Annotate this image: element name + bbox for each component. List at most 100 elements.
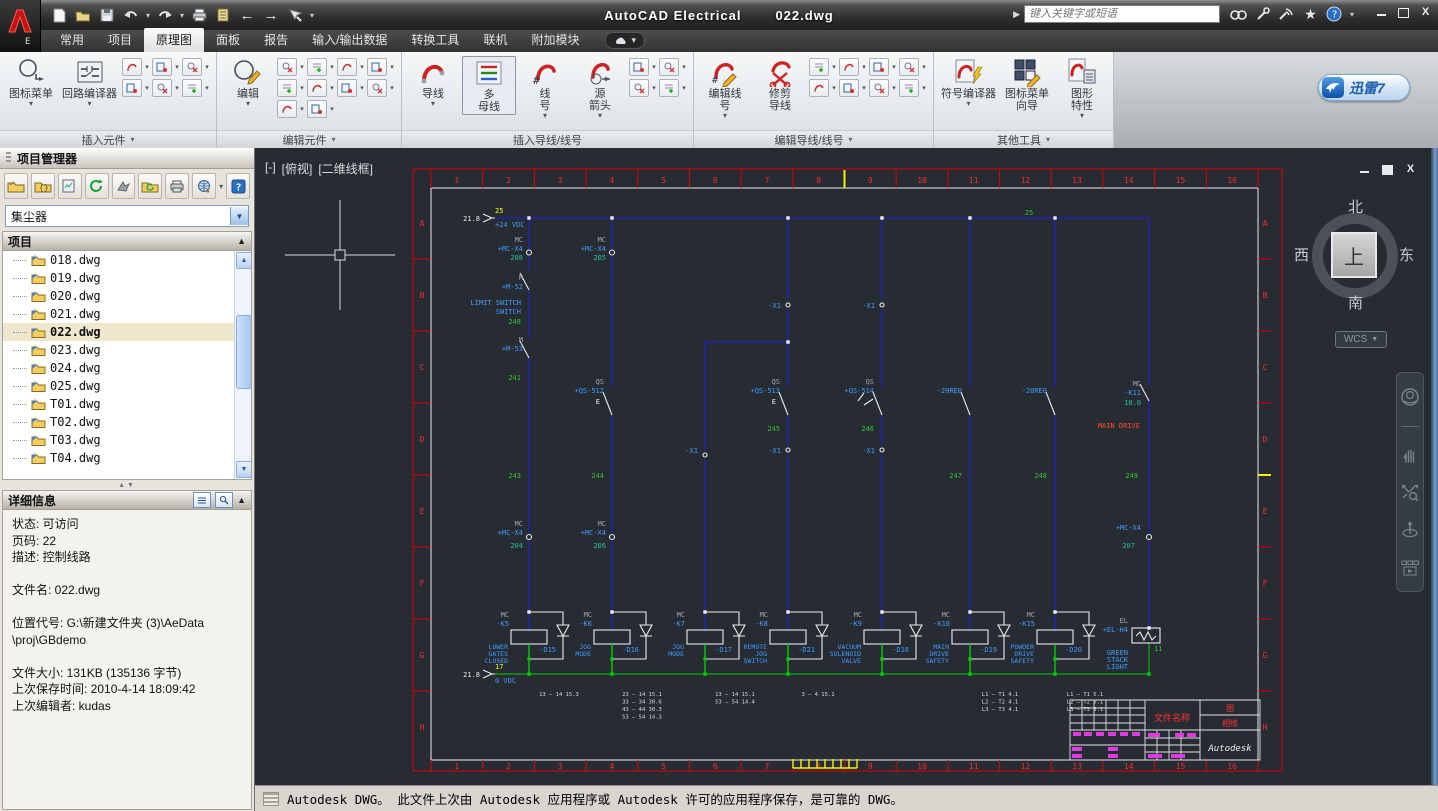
drawing-properties-button[interactable]: 图形 特性 ▾ bbox=[1056, 56, 1108, 120]
ribbon-tab-常用[interactable]: 常用 bbox=[48, 28, 96, 52]
small-tool-icon[interactable] bbox=[809, 58, 829, 76]
viewcube-north[interactable]: 北 bbox=[1348, 196, 1363, 217]
tree-scrollbar[interactable]: ▲ ▼ bbox=[234, 251, 251, 479]
open-file-icon[interactable] bbox=[74, 6, 92, 24]
pan-hand-icon[interactable] bbox=[1401, 446, 1419, 464]
ribbon-tab-输入/输出数据[interactable]: 输入/输出数据 bbox=[300, 28, 399, 52]
palette-title-bar[interactable]: 项目管理器 bbox=[0, 148, 254, 169]
collapse-icon[interactable]: ▲ bbox=[237, 236, 246, 246]
undo-dropdown-icon[interactable]: ▾ bbox=[146, 11, 150, 20]
search-input[interactable] bbox=[1024, 5, 1220, 23]
subscription-wrench-icon[interactable] bbox=[1254, 4, 1271, 24]
ribbon-tab-联机[interactable]: 联机 bbox=[471, 28, 519, 52]
dropdown-caret-icon[interactable]: ▾ bbox=[650, 84, 658, 92]
small-tool-icon[interactable] bbox=[337, 58, 357, 76]
viewcube-top-face[interactable]: 上 bbox=[1331, 232, 1377, 278]
tree-item-022.dwg[interactable]: 022.dwg bbox=[3, 323, 251, 341]
dropdown-caret-icon[interactable]: ▾ bbox=[203, 84, 211, 92]
ribbon-tab-项目[interactable]: 项目 bbox=[96, 28, 144, 52]
small-tool-icon[interactable] bbox=[839, 79, 859, 97]
dropdown-caret-icon[interactable]: ▾ bbox=[358, 63, 366, 71]
ribbon-tab-原理图[interactable]: 原理图 bbox=[144, 28, 204, 52]
doc-minimize-button[interactable] bbox=[1358, 163, 1371, 175]
tree-item-025.dwg[interactable]: 025.dwg bbox=[3, 377, 251, 395]
multiple-bus-button[interactable]: 多 母线 bbox=[462, 56, 516, 115]
back-icon[interactable]: ← bbox=[238, 6, 256, 24]
application-menu-button[interactable]: E bbox=[0, 0, 41, 52]
web-publish-button[interactable]: ★ bbox=[192, 173, 216, 199]
workspace-icon[interactable] bbox=[286, 6, 304, 24]
favorites-star-icon[interactable]: ★ bbox=[1302, 4, 1319, 24]
dropdown-caret-icon[interactable]: ▾ bbox=[358, 84, 366, 92]
source-arrow-button[interactable]: 源 箭头 ▾ bbox=[574, 56, 626, 120]
small-tool-icon[interactable] bbox=[629, 79, 649, 97]
small-tool-icon[interactable] bbox=[152, 58, 172, 76]
save-icon[interactable] bbox=[98, 6, 116, 24]
orbit-icon[interactable] bbox=[1400, 520, 1420, 540]
dropdown-caret-icon[interactable]: ▾ bbox=[388, 63, 396, 71]
small-tool-icon[interactable] bbox=[367, 79, 387, 97]
dropdown-caret-icon[interactable]: ▾ bbox=[860, 84, 868, 92]
ribbon-tab-转换工具[interactable]: 转换工具 bbox=[399, 28, 471, 52]
redo-icon[interactable] bbox=[156, 6, 174, 24]
symbol-builder-button[interactable]: 符号编译器 ▾ bbox=[939, 56, 998, 108]
small-tool-icon[interactable] bbox=[659, 58, 679, 76]
dropdown-caret-icon[interactable]: ▾ bbox=[298, 84, 306, 92]
projects-section-header[interactable]: 项目 ▲ bbox=[2, 231, 252, 251]
dropdown-caret-icon[interactable]: ▾ bbox=[298, 105, 306, 113]
small-tool-icon[interactable] bbox=[307, 79, 327, 97]
combo-dropdown-icon[interactable]: ▼ bbox=[230, 207, 248, 225]
viewport-menu-control[interactable]: [-] bbox=[265, 160, 276, 177]
drawing-list-button[interactable] bbox=[58, 173, 82, 199]
viewcube-west[interactable]: 西 bbox=[1294, 244, 1309, 265]
scroll-thumb[interactable] bbox=[236, 315, 252, 389]
small-tool-icon[interactable] bbox=[152, 79, 172, 97]
close-button[interactable]: X bbox=[1419, 6, 1432, 18]
tree-item-T04.dwg[interactable]: T04.dwg bbox=[3, 449, 251, 467]
refresh-button[interactable] bbox=[85, 173, 109, 199]
dropdown-caret-icon[interactable]: ▾ bbox=[860, 63, 868, 71]
small-tool-icon[interactable] bbox=[629, 58, 649, 76]
open-project-button[interactable] bbox=[4, 173, 28, 199]
ribbon-tab-报告[interactable]: 报告 bbox=[252, 28, 300, 52]
panel-label-insert-components[interactable]: 插入元件▾ bbox=[0, 130, 216, 148]
ribbon-tab-附加模块[interactable]: 附加模块 bbox=[519, 28, 591, 52]
sheet-set-icon[interactable] bbox=[214, 6, 232, 24]
scroll-up-icon[interactable]: ▲ bbox=[236, 252, 252, 269]
qat-dropdown-icon[interactable]: ▾ bbox=[310, 11, 314, 20]
tree-item-023.dwg[interactable]: 023.dwg bbox=[3, 341, 251, 359]
small-tool-icon[interactable] bbox=[809, 79, 829, 97]
icon-menu-button[interactable]: 图标菜单 ▾ bbox=[5, 56, 57, 108]
palette-grip-icon[interactable] bbox=[6, 152, 11, 164]
trim-wire-button[interactable]: 修剪 导线 bbox=[754, 56, 806, 113]
small-tool-icon[interactable] bbox=[337, 79, 357, 97]
dropdown-caret-icon[interactable]: ▾ bbox=[173, 84, 181, 92]
undo-icon[interactable] bbox=[122, 6, 140, 24]
help-project-button[interactable]: ? bbox=[226, 173, 250, 199]
dropdown-caret-icon[interactable]: ▾ bbox=[143, 84, 151, 92]
panel-label-edit-wires[interactable]: 编辑导线/线号▾ bbox=[694, 130, 933, 148]
edit-component-button[interactable]: 编辑 ▾ bbox=[222, 56, 274, 108]
dropdown-caret-icon[interactable]: ▾ bbox=[143, 63, 151, 71]
tree-item-020.dwg[interactable]: 020.dwg bbox=[3, 287, 251, 305]
visual-style-control[interactable]: [二维线框] bbox=[318, 160, 373, 177]
details-preview-icon[interactable] bbox=[215, 492, 233, 508]
viewcube-east[interactable]: 东 bbox=[1399, 244, 1414, 265]
small-tool-icon[interactable] bbox=[307, 58, 327, 76]
search-toggle-icon[interactable]: ▶ bbox=[1013, 9, 1020, 20]
dropdown-caret-icon[interactable]: ▾ bbox=[920, 84, 928, 92]
dropdown-caret-icon[interactable]: ▾ bbox=[890, 84, 898, 92]
ribbon-tab-面板[interactable]: 面板 bbox=[204, 28, 252, 52]
small-tool-icon[interactable] bbox=[367, 58, 387, 76]
tree-item-T03.dwg[interactable]: T03.dwg bbox=[3, 431, 251, 449]
dropdown-caret-icon[interactable]: ▾ bbox=[680, 63, 688, 71]
show-motion-icon[interactable] bbox=[1400, 559, 1420, 577]
thunder7-button[interactable]: 迅雷7 bbox=[1318, 74, 1410, 101]
small-tool-icon[interactable] bbox=[307, 100, 327, 118]
details-section-header[interactable]: 详细信息 ▲ bbox=[2, 490, 252, 510]
tree-item-024.dwg[interactable]: 024.dwg bbox=[3, 359, 251, 377]
small-tool-icon[interactable] bbox=[869, 79, 889, 97]
help-icon[interactable]: ? bbox=[1326, 4, 1343, 24]
dropdown-caret-icon[interactable]: ▾ bbox=[830, 63, 838, 71]
wire-number-button[interactable]: # 线 号 ▾ bbox=[519, 56, 571, 120]
